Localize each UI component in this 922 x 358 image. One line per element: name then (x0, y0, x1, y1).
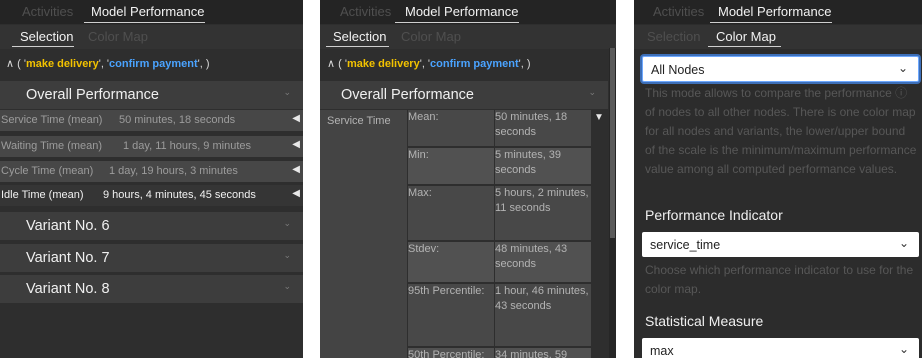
tab-activities[interactable]: Activities (340, 4, 391, 19)
activity-make-delivery: make delivery (346, 58, 420, 70)
statistical-measure-title: Statistical Measure (645, 313, 764, 329)
top-tab-bar: Activities Model Performance (634, 0, 922, 24)
tab-color-map[interactable]: Color Map (401, 29, 461, 44)
tab-color-map[interactable]: Color Map (88, 29, 148, 44)
stat-value: 5 hours, 2 minutes, 11 seconds (495, 186, 591, 240)
metric-row-cycle-time[interactable]: Cycle Time (mean) 1 day, 19 hours, 3 min… (0, 161, 303, 182)
tab-selection[interactable]: Selection (333, 29, 386, 44)
mode-select[interactable]: All Nodes ⌄ (642, 56, 919, 82)
sub-tab-bar: Selection Color Map (320, 25, 616, 49)
chevron-down-icon: ⌄ (283, 87, 291, 97)
panel-selection: Activities Model Performance Selection C… (0, 0, 303, 358)
stat-label: 50th Percentile: (408, 348, 494, 358)
tab-activities[interactable]: Activities (22, 4, 73, 19)
activity-confirm-payment: confirm payment (109, 58, 198, 70)
section-overall-performance[interactable]: Overall Performance ⌄ (320, 81, 608, 109)
metric-row-service-time[interactable]: Service Time (mean) 50 minutes, 18 secon… (0, 110, 303, 131)
chevron-down-icon: ⌄ (588, 87, 596, 97)
section-variant-6[interactable]: Variant No. 6 ⌄ (0, 212, 303, 240)
tab-underline (710, 22, 832, 23)
stat-label: Stdev: (408, 242, 494, 282)
caret-left-icon[interactable]: ◀ (292, 113, 300, 124)
sub-tab-bar: Selection Color Map (634, 25, 922, 49)
section-title: Overall Performance (26, 87, 159, 103)
activity-make-delivery: make delivery (25, 58, 99, 70)
chevron-down-icon: ⌄ (898, 342, 909, 356)
top-tab-bar: Activities Model Performance (320, 0, 616, 24)
tab-underline (395, 22, 519, 23)
mode-help-text: This mode allows to compare the performa… (645, 86, 917, 176)
chevron-down-icon: ⌄ (283, 250, 291, 260)
activity-confirm-payment: confirm payment (430, 58, 519, 70)
stat-value: 1 hour, 46 minutes, 43 seconds (495, 284, 591, 346)
stat-value: 34 minutes, 59 (495, 348, 591, 358)
panel-color-map: Activities Model Performance Selection C… (634, 0, 922, 358)
chevron-down-icon: ⌄ (283, 218, 291, 228)
scrollbar[interactable] (609, 48, 616, 358)
caret-down-icon[interactable]: ▼ (594, 112, 604, 123)
tab-model-performance[interactable]: Model Performance (405, 4, 518, 19)
tab-selection[interactable]: Selection (647, 29, 700, 44)
section-variant-8[interactable]: Variant No. 8 ⌄ (0, 275, 303, 303)
stat-label: Min: (408, 148, 494, 184)
performance-indicator-title: Performance Indicator (645, 207, 783, 223)
caret-left-icon[interactable]: ◀ (292, 139, 300, 150)
indicator-help-text: Choose which performance indicator to us… (645, 263, 914, 296)
statistical-measure-select[interactable]: max ⌄ (642, 338, 919, 358)
caret-left-icon[interactable]: ◀ (292, 164, 300, 175)
metric-name-cell: Service Time (320, 110, 407, 358)
tab-underline (12, 46, 74, 47)
tab-underline (326, 46, 389, 47)
tab-underline (84, 22, 205, 23)
chevron-down-icon: ⌄ (898, 236, 909, 250)
chevron-down-icon: ⌄ (283, 281, 291, 291)
stat-label: Max: (408, 186, 494, 240)
section-variant-7[interactable]: Variant No. 7 ⌄ (0, 244, 303, 272)
variant-sequence: ∧ ( 'make delivery', 'confirm payment', … (327, 58, 531, 70)
stat-value: 48 minutes, 43 seconds (495, 242, 591, 282)
variant-sequence: ∧ ( 'make delivery', 'confirm payment', … (6, 58, 210, 70)
sub-tab-bar: Selection Color Map (0, 25, 303, 49)
panel-selection-detail: Activities Model Performance Selection C… (320, 0, 616, 358)
tab-color-map[interactable]: Color Map (716, 29, 776, 44)
stat-label: Mean: (408, 110, 494, 146)
metric-row-waiting-time[interactable]: Waiting Time (mean) 1 day, 11 hours, 9 m… (0, 136, 303, 157)
stat-value: 5 minutes, 39 seconds (495, 148, 591, 184)
section-overall-performance[interactable]: Overall Performance ⌄ (0, 81, 303, 109)
stat-label: 95th Percentile: (408, 284, 494, 346)
chevron-down-icon: ⌄ (897, 61, 908, 75)
performance-indicator-select[interactable]: service_time ⌄ (642, 232, 919, 257)
tab-model-performance[interactable]: Model Performance (91, 4, 204, 19)
top-tab-bar: Activities Model Performance (0, 0, 303, 24)
tab-model-performance[interactable]: Model Performance (718, 4, 831, 19)
tab-selection[interactable]: Selection (20, 29, 73, 44)
section-title: Overall Performance (341, 87, 474, 103)
tab-underline (708, 46, 781, 47)
scrollbar-thumb[interactable] (610, 48, 615, 238)
caret-left-icon[interactable]: ◀ (292, 188, 300, 199)
metric-row-idle-time[interactable]: Idle Time (mean) 9 hours, 4 minutes, 45 … (0, 185, 303, 206)
tab-activities[interactable]: Activities (653, 4, 704, 19)
stat-value: 50 minutes, 18 seconds (495, 110, 591, 146)
